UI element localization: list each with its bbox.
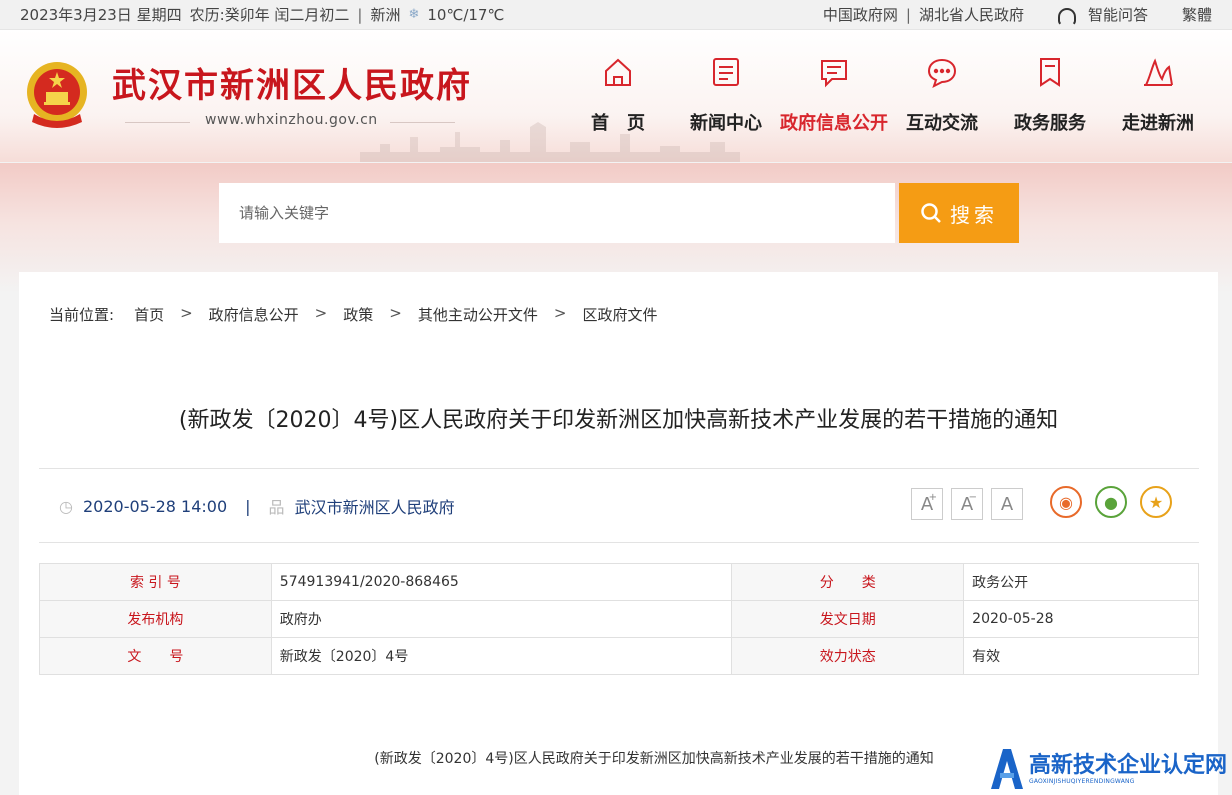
watermark: 高新技术企业认定网 GAOXINJISHUQIYERENDINGWANG	[989, 747, 1227, 791]
watermark-text-block: 高新技术企业认定网 GAOXINJISHUQIYERENDINGWANG	[1028, 752, 1227, 785]
minus-icon: −	[968, 492, 977, 503]
headset-icon	[1057, 7, 1076, 26]
breadcrumb-separator: >	[389, 304, 402, 322]
organization-icon: 品	[268, 498, 285, 517]
nav-news-center[interactable]: 新闻中心	[672, 55, 780, 135]
breadcrumb-other-files[interactable]: 其他主动公开文件	[418, 304, 538, 325]
home-icon	[605, 58, 631, 86]
info-public-icon	[821, 60, 847, 88]
weather-icon: ❄	[408, 7, 420, 22]
divider	[390, 122, 455, 123]
site-header: 武汉市新洲区人民政府 www.whxinzhou.gov.cn 首 页 新闻中心…	[0, 30, 1232, 162]
main-nav: 首 页 新闻中心 政府信息公开 互动交流 政务服务 走进新洲	[564, 55, 1212, 135]
table-row: 发布机构 政府办 发文日期 2020-05-28	[39, 600, 1199, 638]
smart-qa-link[interactable]: 智能问答	[1088, 4, 1148, 25]
document-info-table: 索 引 号 574913941/2020-868465 分 类 政务公开 发布机…	[39, 563, 1199, 675]
font-reset-button[interactable]: A	[991, 488, 1023, 520]
nav-gov-service[interactable]: 政务服务	[996, 55, 1104, 135]
breadcrumb-separator: >	[180, 304, 193, 322]
breadcrumb-separator: >	[553, 304, 567, 322]
info-key: 发布机构	[39, 600, 272, 638]
breadcrumb-home[interactable]: 首页	[134, 304, 164, 325]
info-value: 政府办	[270, 600, 733, 638]
nav-label: 政务服务	[1014, 113, 1086, 134]
top-bar: 2023年3月23日 星期四 农历:癸卯年 闰二月初二 | 新洲 ❄ 10℃/1…	[0, 0, 1232, 30]
nav-label: 首 页	[591, 113, 645, 134]
breadcrumb-policy[interactable]: 政策	[343, 304, 373, 325]
lunar-date: 农历:癸卯年 闰二月初二	[189, 6, 350, 24]
bookmark-icon	[1040, 58, 1060, 87]
weather-temperature: 10℃/17℃	[427, 5, 505, 24]
divider	[39, 468, 1199, 469]
info-value: 新政发〔2020〕4号	[270, 637, 733, 675]
font-reset-label: A	[1000, 493, 1014, 515]
site-url: www.whxinzhou.gov.cn	[205, 112, 378, 128]
nav-label: 新闻中心	[690, 113, 762, 134]
top-bar-right: 中国政府网 | 湖北省人民政府 智能问答 繁體	[823, 4, 1212, 26]
table-row: 文 号 新政发〔2020〕4号 效力状态 有效	[39, 637, 1199, 675]
info-key: 发文日期	[731, 600, 965, 638]
plus-icon: +	[928, 492, 937, 503]
nav-home[interactable]: 首 页	[564, 55, 672, 135]
wechat-icon[interactable]: ●	[1095, 486, 1127, 518]
info-key: 索 引 号	[39, 563, 272, 601]
nav-interaction[interactable]: 互动交流	[888, 55, 996, 135]
search-input[interactable]	[219, 183, 895, 243]
info-value: 有效	[963, 637, 1199, 675]
info-value: 政务公开	[963, 563, 1199, 601]
watermark-logo-icon	[990, 749, 1023, 789]
breadcrumb-prefix: 当前位置:	[49, 306, 115, 324]
landmark-icon	[1144, 58, 1173, 86]
news-icon	[713, 58, 739, 86]
link-gov-cn[interactable]: 中国政府网	[823, 4, 898, 25]
font-decrease-button[interactable]: A −	[951, 488, 983, 520]
search-bar: 搜索	[219, 183, 1019, 243]
info-key: 效力状态	[731, 637, 965, 675]
watermark-text: 高新技术企业认定网	[1028, 752, 1227, 778]
share-buttons: ◉ ● ★	[1050, 486, 1172, 518]
current-date: 2023年3月23日 星期四	[20, 6, 182, 24]
breadcrumb-info-public[interactable]: 政府信息公开	[209, 304, 299, 325]
national-emblem-logo[interactable]	[22, 58, 92, 130]
article-source: 武汉市新洲区人民政府	[294, 498, 455, 517]
chat-icon	[927, 58, 957, 88]
link-hubei-gov[interactable]: 湖北省人民政府	[919, 4, 1024, 25]
info-key: 文 号	[39, 637, 272, 675]
favorite-star-icon[interactable]: ★	[1140, 486, 1172, 518]
article-title: (新政发〔2020〕4号)区人民政府关于印发新洲区加快高新技术产业发展的若干措施…	[178, 408, 1059, 433]
nav-info-public[interactable]: 政府信息公开	[780, 55, 888, 135]
article-meta: ◷ 2020-05-28 14:00 | 品 武汉市新洲区人民政府	[59, 494, 455, 518]
top-bar-left: 2023年3月23日 星期四 农历:癸卯年 闰二月初二 | 新洲 ❄ 10℃/1…	[20, 4, 504, 25]
weibo-icon[interactable]: ◉	[1050, 486, 1082, 518]
search-button-label: 搜索	[950, 202, 998, 227]
divider	[39, 542, 1199, 543]
weather-location: 新洲	[370, 6, 401, 24]
search-button[interactable]: 搜索	[899, 183, 1019, 243]
watermark-subtext: GAOXINJISHUQIYERENDINGWANG	[1028, 777, 1135, 785]
clock-icon: ◷	[59, 496, 73, 516]
font-increase-button[interactable]: A +	[911, 488, 943, 520]
nav-label: 政府信息公开	[780, 113, 888, 134]
divider: |	[357, 5, 363, 24]
nav-label: 互动交流	[906, 113, 978, 134]
traditional-chinese-link[interactable]: 繁體	[1182, 4, 1212, 25]
divider	[125, 122, 190, 123]
content-card: 当前位置: 首页 > 政府信息公开 > 政策 > 其他主动公开文件 > 区政府文…	[19, 272, 1218, 795]
breadcrumb: 当前位置: 首页 > 政府信息公开 > 政策 > 其他主动公开文件 > 区政府文…	[49, 304, 657, 325]
publish-datetime: 2020-05-28 14:00	[82, 496, 228, 516]
info-key: 分 类	[731, 563, 965, 601]
breadcrumb-separator: >	[314, 304, 328, 322]
table-row: 索 引 号 574913941/2020-868465 分 类 政务公开	[39, 563, 1199, 601]
site-title[interactable]: 武汉市新洲区人民政府	[112, 58, 472, 107]
divider: |	[905, 5, 911, 24]
info-value: 2020-05-28	[963, 600, 1199, 638]
info-value: 574913941/2020-868465	[270, 563, 733, 601]
nav-label: 走进新洲	[1122, 113, 1194, 134]
font-size-controls: A + A − A	[911, 488, 1023, 520]
nav-about-xinzhou[interactable]: 走进新洲	[1104, 55, 1212, 135]
divider: |	[245, 496, 251, 516]
search-icon	[921, 203, 941, 223]
breadcrumb-district-files[interactable]: 区政府文件	[582, 304, 657, 325]
